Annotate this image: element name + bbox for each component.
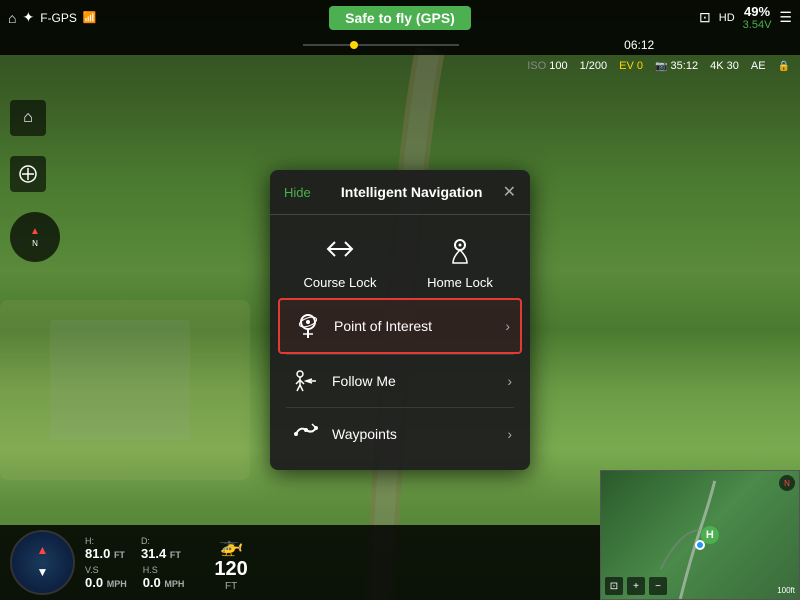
top-nav-items: Course Lock Home Lock	[270, 215, 530, 298]
waypoints-chevron: ›	[507, 426, 512, 442]
home-lock-label: Home Lock	[427, 275, 493, 290]
home-lock-icon	[440, 229, 480, 269]
follow-me-label: Follow Me	[332, 373, 507, 389]
course-lock-label: Course Lock	[304, 275, 377, 290]
follow-me-chevron: ›	[507, 373, 512, 389]
poi-label: Point of Interest	[334, 318, 505, 334]
modal-overlay: Hide Intelligent Navigation ✕ Course Loc…	[0, 0, 800, 600]
home-lock-item[interactable]: Home Lock	[410, 229, 510, 290]
waypoints-item[interactable]: Waypoints ›	[278, 408, 522, 460]
course-lock-item[interactable]: Course Lock	[290, 229, 390, 290]
follow-me-icon	[288, 367, 324, 395]
course-lock-icon	[320, 229, 360, 269]
intelligent-navigation-modal: Hide Intelligent Navigation ✕ Course Loc…	[270, 170, 530, 470]
hide-button[interactable]: Hide	[284, 185, 311, 200]
poi-chevron: ›	[505, 318, 510, 334]
modal-title: Intelligent Navigation	[321, 184, 503, 200]
close-button[interactable]: ✕	[503, 182, 516, 202]
poi-icon	[290, 312, 326, 340]
waypoints-label: Waypoints	[332, 426, 507, 442]
point-of-interest-item[interactable]: Point of Interest ›	[278, 298, 522, 354]
nav-list: Point of Interest ›	[270, 298, 530, 460]
modal-header: Hide Intelligent Navigation ✕	[270, 170, 530, 215]
waypoints-icon	[288, 420, 324, 448]
follow-me-item[interactable]: Follow Me ›	[278, 355, 522, 407]
